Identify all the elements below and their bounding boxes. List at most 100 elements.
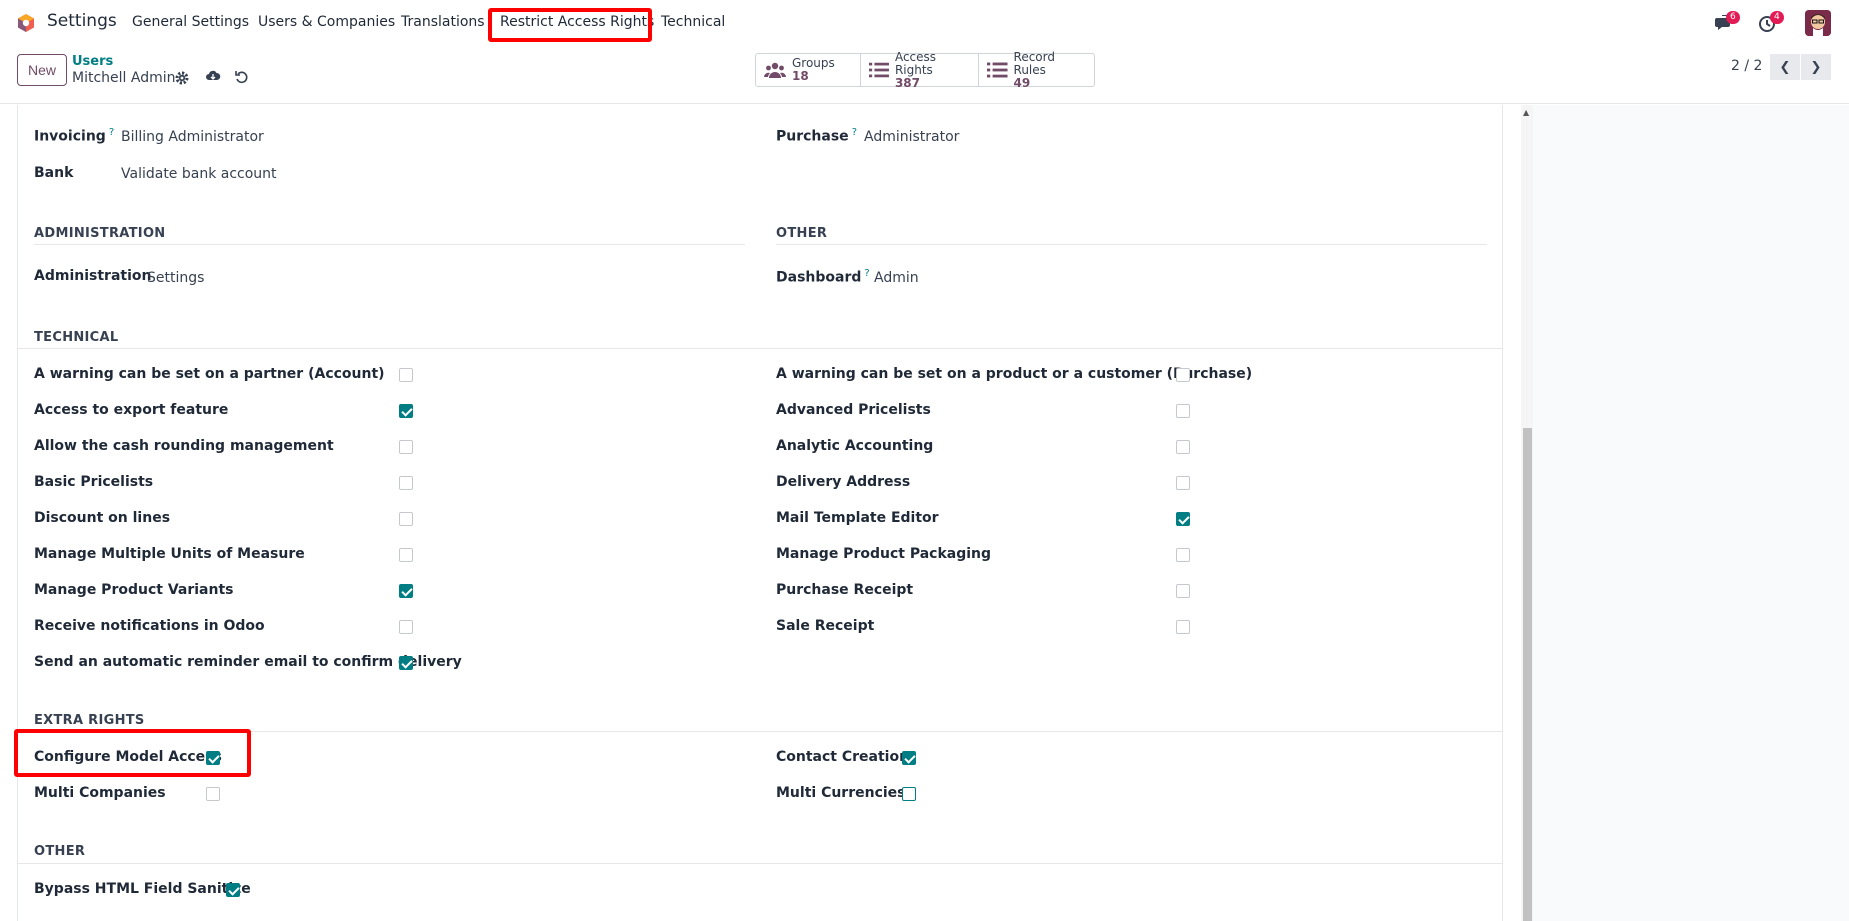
access-rights-count: 387 (894, 75, 921, 90)
checkbox-purchase-receipt[interactable] (1176, 584, 1190, 598)
separator (776, 244, 1487, 245)
access-rights-label: Access Rights (894, 49, 937, 77)
messages-badge: 6 (1726, 11, 1740, 24)
checkbox-label-advanced-pricelists: Advanced Pricelists (776, 402, 931, 418)
section-technical: TECHNICAL (34, 330, 119, 345)
checkbox-label-send-an-automatic-reminder-email-to-confirm-delivery: Send an automatic reminder email to conf… (34, 654, 462, 670)
form-sheet (17, 105, 1503, 921)
list-icon (869, 62, 889, 78)
groups-count: 18 (792, 69, 809, 83)
new-button[interactable]: New (17, 54, 67, 86)
record-rules-label: Record Rules (1013, 49, 1055, 77)
record-rules-count: 49 (1013, 75, 1031, 90)
purchase-value[interactable]: Administrator (864, 129, 959, 145)
checkbox-a-warning-can-be-set-on-a-product-or-a-customer-purchase[interactable] (1176, 368, 1190, 382)
checkbox-manage-product-packaging[interactable] (1176, 548, 1190, 562)
checkbox-receive-notifications-in-odoo[interactable] (399, 620, 413, 634)
pager-previous-button[interactable]: ❮ (1770, 54, 1800, 80)
checkbox-manage-multiple-units-of-measure[interactable] (399, 548, 413, 562)
odoo-logo-icon[interactable] (16, 13, 36, 33)
checkbox-label-manage-product-variants: Manage Product Variants (34, 582, 234, 598)
smart-button-access-rights[interactable]: Access Rights 387 (861, 49, 979, 89)
pager-next-button[interactable]: ❯ (1801, 54, 1831, 80)
checkbox-label-multi-currencies: Multi Currencies (776, 785, 906, 801)
checkbox-label-delivery-address: Delivery Address (776, 474, 911, 490)
discard-undo-icon[interactable] (234, 69, 250, 85)
checkbox-allow-the-cash-rounding-management[interactable] (399, 440, 413, 454)
nav-users-companies[interactable]: Users & Companies (258, 14, 395, 30)
checkbox-label-receive-notifications-in-odoo: Receive notifications in Odoo (34, 618, 265, 634)
checkbox-send-an-automatic-reminder-email-to-confirm-delivery[interactable] (399, 656, 413, 670)
checkbox-label-manage-multiple-units-of-measure: Manage Multiple Units of Measure (34, 546, 305, 562)
pager-value[interactable]: 2 / 2 (1731, 58, 1762, 74)
user-avatar[interactable] (1805, 10, 1831, 36)
smart-button-groups[interactable]: Groups 18 (756, 54, 861, 86)
activities-badge: 4 (1770, 11, 1784, 24)
checkbox-label-access-to-export-feature: Access to export feature (34, 402, 229, 418)
checkbox-label-mail-template-editor: Mail Template Editor (776, 510, 939, 526)
section-administration: ADMINISTRATION (34, 226, 166, 241)
cloud-save-icon[interactable] (205, 68, 221, 84)
smart-button-record-rules[interactable]: Record Rules 49 (979, 49, 1094, 89)
checkbox-label-purchase-receipt: Purchase Receipt (776, 582, 914, 598)
dashboard-label: Dashboard? (776, 268, 870, 286)
scroll-up-arrow-icon[interactable]: ▲ (1523, 108, 1529, 117)
separator (17, 863, 1503, 864)
nav-general-settings[interactable]: General Settings (132, 14, 249, 30)
section-extra-rights: EXTRA RIGHTS (34, 713, 145, 728)
dashboard-help-icon[interactable]: ? (864, 268, 869, 279)
checkbox-sale-receipt[interactable] (1176, 620, 1190, 634)
checkbox-label-discount-on-lines: Discount on lines (34, 510, 171, 526)
purchase-help-icon[interactable]: ? (852, 127, 857, 138)
highlight-restrict-access-rights (488, 8, 652, 42)
checkbox-analytic-accounting[interactable] (1176, 440, 1190, 454)
top-navbar: Settings General Settings Users & Compan… (0, 0, 1849, 46)
checkbox-label-multi-companies: Multi Companies (34, 785, 166, 801)
checkbox-discount-on-lines[interactable] (399, 512, 413, 526)
users-icon (764, 62, 786, 78)
checkbox-basic-pricelists[interactable] (399, 476, 413, 490)
invoicing-value[interactable]: Billing Administrator (121, 129, 264, 145)
checkbox-advanced-pricelists[interactable] (1176, 404, 1190, 418)
app-title[interactable]: Settings (47, 11, 117, 31)
breadcrumb-users[interactable]: Users (72, 54, 113, 69)
list-icon (987, 62, 1008, 78)
scrollbar-thumb[interactable] (1523, 428, 1532, 921)
section-other: OTHER (776, 226, 828, 241)
checkbox-contact-creation[interactable] (902, 751, 916, 765)
separator (17, 348, 1503, 349)
administration-value[interactable]: Settings (147, 270, 204, 286)
checkbox-label-allow-the-cash-rounding-management: Allow the cash rounding management (34, 438, 334, 454)
bank-value[interactable]: Validate bank account (121, 166, 277, 182)
checkbox-bypass-html-field-sanitize[interactable] (226, 883, 240, 897)
checkbox-multi-companies[interactable] (206, 787, 220, 801)
invoicing-help-icon[interactable]: ? (109, 127, 114, 138)
chevron-right-icon: ❯ (1810, 59, 1822, 75)
invoicing-label: Invoicing? (34, 127, 115, 145)
chevron-left-icon: ❮ (1779, 59, 1791, 75)
separator (34, 244, 745, 245)
checkbox-manage-product-variants[interactable] (399, 584, 413, 598)
dashboard-value[interactable]: Admin (874, 270, 919, 286)
checkbox-multi-currencies[interactable] (902, 787, 916, 801)
checkbox-label-manage-product-packaging: Manage Product Packaging (776, 546, 992, 562)
checkbox-label-basic-pricelists: Basic Pricelists (34, 474, 154, 490)
checkbox-access-to-export-feature[interactable] (399, 404, 413, 418)
nav-technical[interactable]: Technical (661, 14, 725, 30)
checkbox-label-analytic-accounting: Analytic Accounting (776, 438, 934, 454)
checkbox-mail-template-editor[interactable] (1176, 512, 1190, 526)
section-other-2: OTHER (34, 844, 86, 859)
control-panel: New Users Mitchell Admin Groups 18 Acces… (0, 46, 1849, 104)
checkbox-delivery-address[interactable] (1176, 476, 1190, 490)
gear-icon[interactable] (174, 70, 190, 86)
highlight-configure-model-access (14, 729, 251, 777)
checkbox-label-bypass-html-field-sanitize: Bypass HTML Field Sanitize (34, 881, 251, 897)
chatter-area (1533, 105, 1849, 921)
purchase-label: Purchase? (776, 127, 857, 145)
checkbox-a-warning-can-be-set-on-a-partner-account[interactable] (399, 368, 413, 382)
nav-translations[interactable]: Translations (401, 14, 485, 30)
smart-buttons: Groups 18 Access Rights 387 Record Rules… (755, 49, 1095, 89)
checkbox-label-contact-creation: Contact Creation (776, 749, 910, 765)
administration-label: Administration (34, 268, 152, 284)
checkbox-label-sale-receipt: Sale Receipt (776, 618, 875, 634)
